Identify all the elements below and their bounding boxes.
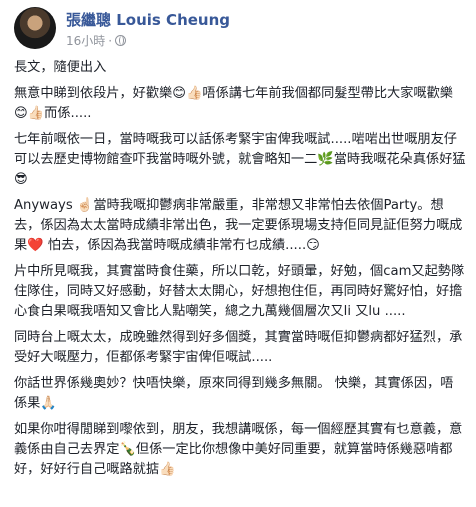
post-paragraph: Anyways ☝🏻當時我嘅抑鬱病非常嚴重，非常想又非常怕去依個Party。想去…	[14, 198, 463, 253]
post-paragraph: 長文，隨便出入	[14, 60, 107, 75]
post-meta: 16小時 ·	[66, 32, 127, 49]
avatar[interactable]	[14, 7, 56, 49]
post-paragraph: 七年前嘅依一日，當時嘅我可以話係考緊宇宙俾我嘅試.....啱啱出世嘅朋友仔可以去…	[14, 132, 466, 187]
post-paragraph: 片中所見嘅我，其實當時食住藥，所以口乾，好頭暈，好勉，個cam又起勢隊住隊住，同…	[14, 264, 465, 319]
post-body: 長文，隨便出入 無意中睇到依段片，好歡樂😊👍🏻唔係講七年前我個都同髮型帶比大家嘅…	[14, 58, 466, 480]
post-paragraph: 無意中睇到依段片，好歡樂😊👍🏻唔係講七年前我個都同髮型帶比大家嘅歡樂😊👍🏻而係.…	[14, 86, 453, 121]
post-paragraph: 如果你咁得閒睇到嚟依到，朋友，我想講嘅係，每一個經歷其實有乜意義，意義係由自己去…	[14, 422, 463, 477]
post-time[interactable]: 16小時	[66, 32, 105, 49]
post-paragraph: 你話世界係幾奧妙？快唔快樂，原來同得到幾多無關。 快樂，其實係因，唔係果🙏🏻	[14, 376, 454, 411]
author-name[interactable]: 張繼聰 Louis Cheung	[66, 9, 230, 30]
post-paragraph: 同時台上嘅太太，成晚雖然得到好多個獎，其實當時嘅佢抑鬱病都好猛烈，承受好大嘅壓力…	[14, 330, 463, 365]
post-header: 張繼聰 Louis Cheung 16小時 ·	[14, 7, 464, 51]
meta-separator: ·	[108, 33, 113, 48]
globe-icon	[115, 35, 127, 46]
